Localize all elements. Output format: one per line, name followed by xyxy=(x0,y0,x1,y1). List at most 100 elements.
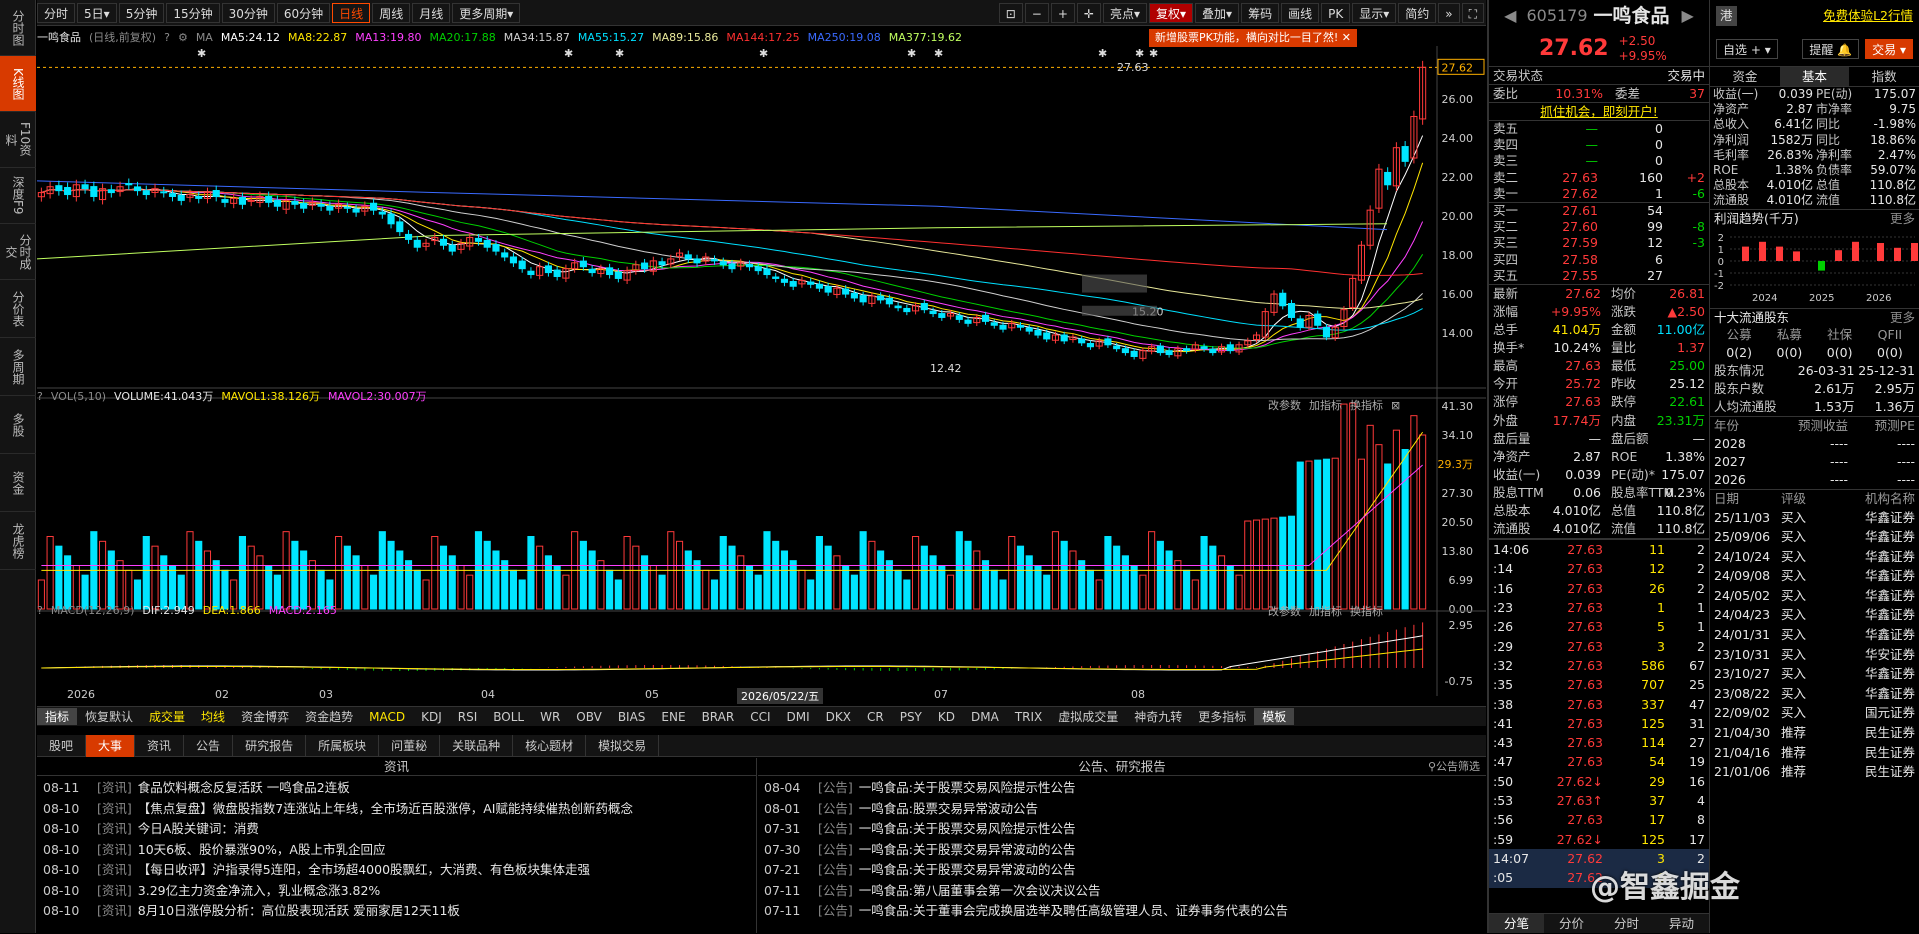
hk-badge[interactable]: 港 xyxy=(1716,6,1737,26)
leftnav-3[interactable]: 深度F9 xyxy=(0,168,36,224)
rating-row[interactable]: 23/08/22 买入 华鑫证券 xyxy=(1710,684,1919,704)
leftnav-1[interactable]: K线图 xyxy=(0,56,36,112)
add-watchlist-button[interactable]: 自选 + ▾ xyxy=(1716,39,1778,59)
news-tab-4[interactable]: 研究报告 xyxy=(233,734,307,757)
tool-button-5[interactable]: PK xyxy=(1321,2,1351,23)
rating-row[interactable]: 25/09/06 买入 华鑫证券 xyxy=(1710,527,1919,547)
leftnav-0[interactable]: 分时图 xyxy=(0,0,36,56)
news-tab-2[interactable]: 资讯 xyxy=(135,734,185,757)
news-item[interactable]: 08-10 [资讯] 【每日收评】沪指录得5连阳，全市场超4000股飘红，大消费、有… xyxy=(43,860,756,881)
indicator-tab-5[interactable]: 资金趋势 xyxy=(297,708,361,725)
tool-button-3[interactable]: 筹码 xyxy=(1241,2,1280,23)
news-tab-8[interactable]: 核心题材 xyxy=(513,734,587,757)
indicator-tab-2[interactable]: 成交量 xyxy=(141,708,193,725)
rating-row[interactable]: 21/04/16 推荐 民生证券 xyxy=(1710,743,1919,763)
indicator-tab-12[interactable]: BIAS xyxy=(610,710,654,724)
rating-row[interactable]: 24/05/02 买入 华鑫证券 xyxy=(1710,586,1919,606)
indicator-tab-11[interactable]: OBV xyxy=(568,710,610,724)
news-tab-0[interactable]: 股吧 xyxy=(37,734,87,757)
gear-icon[interactable]: ⚙ xyxy=(178,31,188,44)
period-tab-9[interactable]: 更多周期▾ xyxy=(452,2,521,23)
tool-button-0[interactable]: 亮点▾ xyxy=(1102,2,1147,23)
rating-row[interactable]: 24/10/24 买入 华鑫证券 xyxy=(1710,547,1919,567)
period-tab-4[interactable]: 30分钟 xyxy=(221,2,275,23)
cross-icon[interactable]: ✛ xyxy=(1076,2,1101,23)
help-icon[interactable]: ? xyxy=(37,390,43,403)
more-link[interactable]: 更多 xyxy=(1890,210,1915,227)
indicator-tab-4[interactable]: 资金博弈 xyxy=(233,708,297,725)
tool-button-7[interactable]: 简约 xyxy=(1398,2,1437,23)
plus-icon[interactable]: + xyxy=(1050,2,1075,23)
leftnav-2[interactable]: F10资料 xyxy=(0,112,36,168)
indicator-tab-20[interactable]: KD xyxy=(930,710,963,724)
indicator-tab-13[interactable]: ENE xyxy=(653,710,693,724)
rating-row[interactable]: 23/10/27 买入 华鑫证券 xyxy=(1710,664,1919,684)
period-tab-7[interactable]: 周线 xyxy=(372,2,411,23)
leftnav-7[interactable]: 多股 xyxy=(0,396,36,454)
indicator-tab-14[interactable]: BRAR xyxy=(694,710,743,724)
f10-tab-1[interactable]: 基本 xyxy=(1779,67,1850,86)
change-param-button[interactable]: 改参数 xyxy=(1268,397,1301,413)
period-tab-3[interactable]: 15分钟 xyxy=(166,2,220,23)
open-account-link[interactable]: 抓住机会，即刻开户! xyxy=(1540,103,1658,120)
indicator-tab-19[interactable]: PSY xyxy=(892,710,930,724)
tool-button-1[interactable]: 复权▾ xyxy=(1149,2,1194,23)
indicator-tab-9[interactable]: BOLL xyxy=(485,710,532,724)
rating-row[interactable]: 25/11/03 买入 华鑫证券 xyxy=(1710,508,1919,528)
tick-tab-0[interactable]: 分笔 xyxy=(1489,914,1544,933)
rating-row[interactable]: 24/09/08 买入 华鑫证券 xyxy=(1710,566,1919,586)
leftnav-8[interactable]: 资金 xyxy=(0,454,36,512)
news-item[interactable]: 07-21 [公告] 一鸣食品:关于股票交易异常波动的公告 xyxy=(764,860,1486,881)
help-icon[interactable]: ? xyxy=(164,31,170,44)
tool-button-2[interactable]: 叠加▾ xyxy=(1195,2,1240,23)
period-tab-0[interactable]: 分时 xyxy=(37,2,76,23)
rating-row[interactable]: 21/01/06 推荐 民生证券 xyxy=(1710,762,1919,782)
indicator-tab-22[interactable]: TRIX xyxy=(1007,710,1050,724)
news-item[interactable]: 08-10 [资讯] 【焦点复盘】微盘股指数7连涨站上年线，全市场近百股涨停，AI赋… xyxy=(43,799,756,820)
fullscreen-icon[interactable]: ⛶ xyxy=(1461,2,1484,23)
news-tab-5[interactable]: 所属板块 xyxy=(306,734,380,757)
indicator-tab-15[interactable]: CCI xyxy=(742,710,778,724)
indicator-tab-23[interactable]: 虚拟成交量 xyxy=(1050,708,1126,725)
news-item[interactable]: 07-11 [公告] 一鸣食品:第八届董事会第一次会议决议公告 xyxy=(764,881,1486,902)
indicator-tab-6[interactable]: MACD xyxy=(361,710,413,724)
indicator-tab-18[interactable]: CR xyxy=(859,710,892,724)
news-item[interactable]: 07-31 [公告] 一鸣食品:关于股票交易风险提示性公告 xyxy=(764,819,1486,840)
leftnav-9[interactable]: 龙虎榜 xyxy=(0,512,36,570)
leftnav-6[interactable]: 多周期 xyxy=(0,338,36,396)
period-tab-2[interactable]: 5分钟 xyxy=(118,2,165,23)
rating-row[interactable]: 22/09/02 买入 国元证券 xyxy=(1710,703,1919,723)
kline-chart[interactable]: 26.00 24.00 22.00 20.00 18.00 16.00 14.00 27.62… xyxy=(37,46,1486,696)
news-item[interactable]: 08-10 [资讯] 今日A股关键词：消费 xyxy=(43,819,756,840)
switch-indicator-button[interactable]: 换指标 xyxy=(1350,397,1383,413)
news-item[interactable]: 08-10 [资讯] 10天6板、股价暴涨90%，A股上市乳企回应 xyxy=(43,840,756,861)
leftnav-5[interactable]: 分价表 xyxy=(0,280,36,338)
add-indicator-button[interactable]: 加指标 xyxy=(1309,603,1342,619)
trade-button[interactable]: 交易 ▾ xyxy=(1865,39,1913,59)
close-icon[interactable]: ⊠ xyxy=(1391,399,1400,412)
tool-button-6[interactable]: 显示▾ xyxy=(1352,2,1397,23)
rating-row[interactable]: 21/04/30 推荐 民生证券 xyxy=(1710,723,1919,743)
news-item[interactable]: 08-11 [资讯] 食品饮料概念反复活跃 一鸣食品2连板 xyxy=(43,778,756,799)
indicator-tab-10[interactable]: WR xyxy=(532,710,568,724)
alert-button[interactable]: 提醒 🔔 xyxy=(1802,39,1860,59)
f10-tab-2[interactable]: 指数 xyxy=(1849,67,1919,86)
news-item[interactable]: 08-10 [资讯] 3.29亿主力资金净流入，乳业概念涨3.82% xyxy=(43,881,756,902)
indicator-tab-26[interactable]: 模板 xyxy=(1254,708,1295,725)
change-param-button[interactable]: 改参数 xyxy=(1268,603,1301,619)
period-tab-5[interactable]: 60分钟 xyxy=(276,2,331,23)
expand-icon[interactable]: » xyxy=(1438,2,1460,23)
indicator-tab-3[interactable]: 均线 xyxy=(193,708,233,725)
more-link[interactable]: 更多 xyxy=(1890,309,1915,326)
indicator-tab-0[interactable]: 指标 xyxy=(37,708,78,725)
news-tab-7[interactable]: 关联品种 xyxy=(440,734,514,757)
news-tab-6[interactable]: 问董秘 xyxy=(379,734,441,757)
next-stock-icon[interactable]: ▶ xyxy=(1682,0,1694,32)
tick-tab-1[interactable]: 分价 xyxy=(1544,914,1599,933)
rating-row[interactable]: 24/04/23 买入 华鑫证券 xyxy=(1710,605,1919,625)
tool-button-4[interactable]: 画线 xyxy=(1281,2,1320,23)
indicator-tab-8[interactable]: RSI xyxy=(450,710,486,724)
news-item[interactable]: 08-10 [资讯] 8月10日涨停股分析：高位股表现活跃 爱丽家居12天11板 xyxy=(43,901,756,922)
indicator-tab-7[interactable]: KDJ xyxy=(413,710,450,724)
leftnav-4[interactable]: 分时成交 xyxy=(0,224,36,280)
